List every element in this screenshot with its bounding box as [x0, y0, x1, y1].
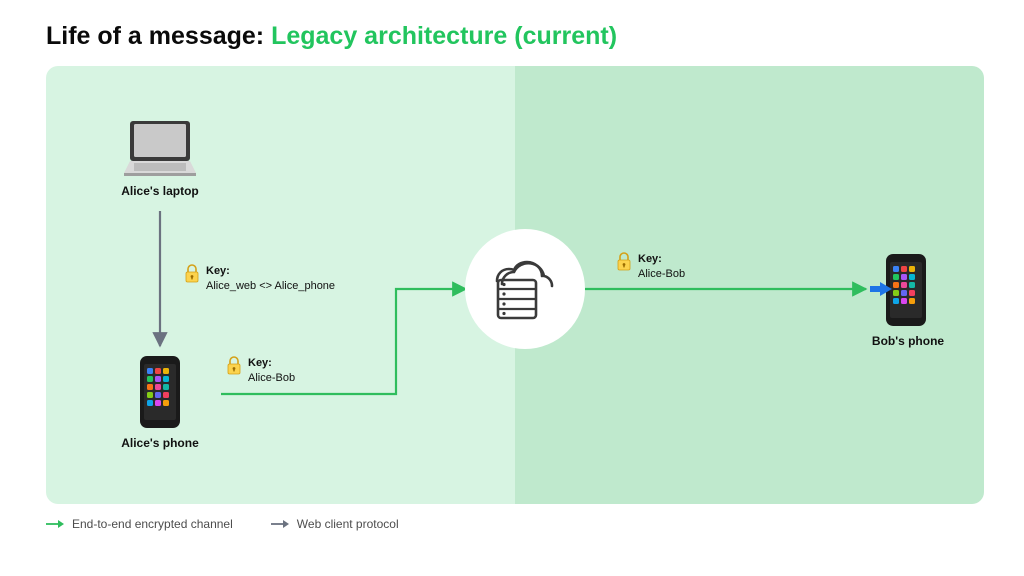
alice-laptop-label: Alice's laptop [118, 184, 202, 198]
bob-phone-label: Bob's phone [866, 334, 950, 348]
lock-icon [226, 356, 242, 376]
gray-arrow-icon [271, 520, 289, 528]
key-label: Key: [248, 356, 295, 371]
lock-icon [184, 264, 200, 284]
title-accent: Legacy architecture (current) [271, 22, 617, 50]
key-text: Key: Alice-Bob [248, 356, 295, 386]
alice-phone-label: Alice's phone [118, 436, 202, 450]
legend-e2ee: End-to-end encrypted channel [46, 517, 233, 531]
key-server-bob: Key: Alice-Bob [616, 252, 685, 282]
key-label: Key: [206, 264, 335, 279]
key-value: Alice_web <> Alice_phone [206, 279, 335, 294]
key-text: Key: Alice_web <> Alice_phone [206, 264, 335, 294]
lock-icon [616, 252, 632, 272]
diagram-canvas: Alice's laptop Alice's phone Bob's phone… [46, 66, 984, 504]
alice-phone-icon [140, 356, 180, 428]
key-value: Alice-Bob [638, 267, 685, 282]
bob-phone-icon [886, 254, 926, 326]
key-label: Key: [638, 252, 685, 267]
key-phone-server: Key: Alice-Bob [226, 356, 295, 386]
key-value: Alice-Bob [248, 371, 295, 386]
green-arrow-icon [46, 520, 64, 528]
legend: End-to-end encrypted channel Web client … [46, 517, 399, 531]
key-text: Key: Alice-Bob [638, 252, 685, 282]
key-laptop-phone: Key: Alice_web <> Alice_phone [184, 264, 335, 294]
title-prefix: Life of a message: [46, 22, 271, 50]
page-title: Life of a message: Legacy architecture (… [46, 22, 617, 51]
legend-web: Web client protocol [271, 517, 399, 531]
laptop-icon [124, 121, 196, 176]
legend-e2ee-label: End-to-end encrypted channel [72, 517, 233, 531]
legend-web-label: Web client protocol [297, 517, 399, 531]
